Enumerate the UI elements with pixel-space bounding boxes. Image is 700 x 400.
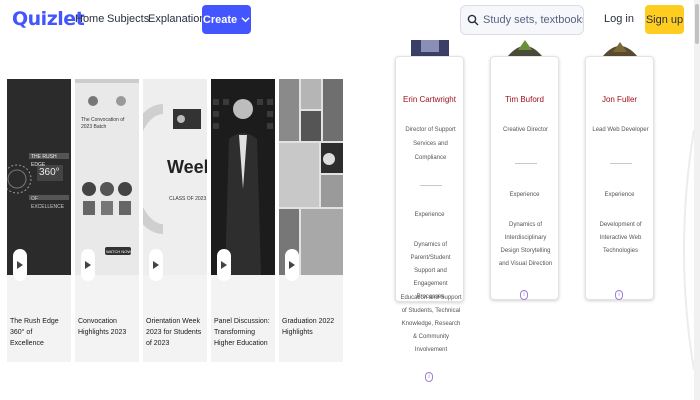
quizlet-logo[interactable]: Quizlet <box>12 8 85 30</box>
member-name: Tim Buford <box>505 95 544 104</box>
info-icon[interactable]: i <box>520 290 528 300</box>
create-label: Create <box>202 13 238 26</box>
video-title: Orientation Week 2023 for Students of 20… <box>146 318 202 347</box>
chevron-down-icon <box>241 17 250 23</box>
member-subheading: Experience <box>604 192 635 198</box>
thumb-text: Week <box>167 157 207 177</box>
divider <box>610 163 632 164</box>
decorative-curve <box>683 130 694 370</box>
video-card[interactable]: Week CLASS OF 2023 Orientation Week 2023… <box>143 79 207 362</box>
thumb-text: WATCH NOW <box>106 249 132 254</box>
thumb-text: OF EXCELLENCE <box>31 196 65 210</box>
login-link[interactable]: Log in <box>604 13 634 25</box>
member-name: Erin Cartwright <box>403 95 456 104</box>
thumb-text: CLASS OF 2023 <box>169 196 207 202</box>
video-thumbnail <box>279 79 343 275</box>
play-button[interactable] <box>285 249 299 281</box>
member-subheading: Experience <box>414 212 445 218</box>
play-icon <box>17 261 23 269</box>
play-icon <box>85 261 91 269</box>
info-icon[interactable]: i <box>425 372 433 382</box>
search-input[interactable] <box>483 14 583 26</box>
video-thumbnail: The Convocation of 2023 Batch WATCH NOW <box>75 79 139 275</box>
video-card[interactable]: The Convocation of 2023 Batch WATCH NOW … <box>75 79 139 362</box>
member-role: Creative Director <box>502 127 548 133</box>
video-title: Panel Discussion: Transforming Higher Ed… <box>214 318 270 347</box>
scrollbar[interactable] <box>694 0 700 400</box>
video-title: The Rush Edge 360° of Excellence <box>10 318 59 347</box>
play-icon <box>153 261 159 269</box>
member-detail: Dynamics of Interdisciplinary Design Sto… <box>498 222 553 267</box>
info-icon[interactable]: i <box>615 290 623 300</box>
nav-home[interactable]: Home <box>75 13 104 25</box>
member-role: Director of Support Services and Complia… <box>405 127 456 161</box>
team-member-card: Erin Cartwright Director of Support Serv… <box>395 56 464 302</box>
person-photo <box>603 42 637 56</box>
top-nav: Quizlet Home Subjects Explanations Creat… <box>0 0 700 40</box>
thumbnail-graphic <box>279 79 343 275</box>
play-button[interactable] <box>13 249 27 281</box>
video-title: Convocation Highlights 2023 <box>78 318 127 336</box>
video-card[interactable]: Graduation 2022 Highlights <box>279 79 343 362</box>
page: Quizlet Home Subjects Explanations Creat… <box>0 0 700 400</box>
create-button[interactable]: Create <box>202 5 251 34</box>
team-member-card: Jon Fuller Lead Web Developer Experience… <box>585 56 654 300</box>
member-role: Lead Web Developer <box>592 127 649 133</box>
team-member-card: Tim Buford Creative Director Experience … <box>490 56 559 300</box>
video-thumbnail <box>211 79 275 275</box>
video-card[interactable]: Panel Discussion: Transforming Higher Ed… <box>211 79 275 362</box>
divider <box>420 185 442 186</box>
video-thumbnail: Week CLASS OF 2023 <box>143 79 207 275</box>
scrollbar-thumb[interactable] <box>695 4 699 44</box>
signup-button[interactable]: Sign up <box>645 5 684 34</box>
thumb-text: The Convocation of 2023 Batch <box>81 117 125 130</box>
thumb-text: 360° <box>39 167 60 178</box>
member-detail: Development of Interactive Web Technolog… <box>599 222 642 254</box>
video-title: Graduation 2022 Highlights <box>282 318 335 336</box>
person-photo <box>411 40 449 56</box>
video-card[interactable]: THE RUSH EDGE 360° OF EXCELLENCE The Rus… <box>7 79 71 362</box>
search-icon <box>467 14 479 26</box>
thumbnail-graphic <box>143 79 207 275</box>
play-icon <box>289 261 295 269</box>
member-extra-detail: Education and Support of Students, Techn… <box>400 295 462 353</box>
thumbnail-graphic <box>75 79 139 275</box>
play-button[interactable] <box>81 249 95 281</box>
video-thumbnail: THE RUSH EDGE 360° OF EXCELLENCE <box>7 79 71 275</box>
play-button[interactable] <box>217 249 231 281</box>
member-name: Jon Fuller <box>601 95 638 104</box>
play-icon <box>221 261 227 269</box>
person-photo <box>508 40 542 56</box>
member-subheading: Experience <box>509 192 540 198</box>
play-button[interactable] <box>149 249 163 281</box>
search-box[interactable] <box>460 5 584 35</box>
divider <box>515 163 537 164</box>
thumbnail-graphic <box>211 79 275 275</box>
nav-subjects[interactable]: Subjects <box>107 13 149 25</box>
